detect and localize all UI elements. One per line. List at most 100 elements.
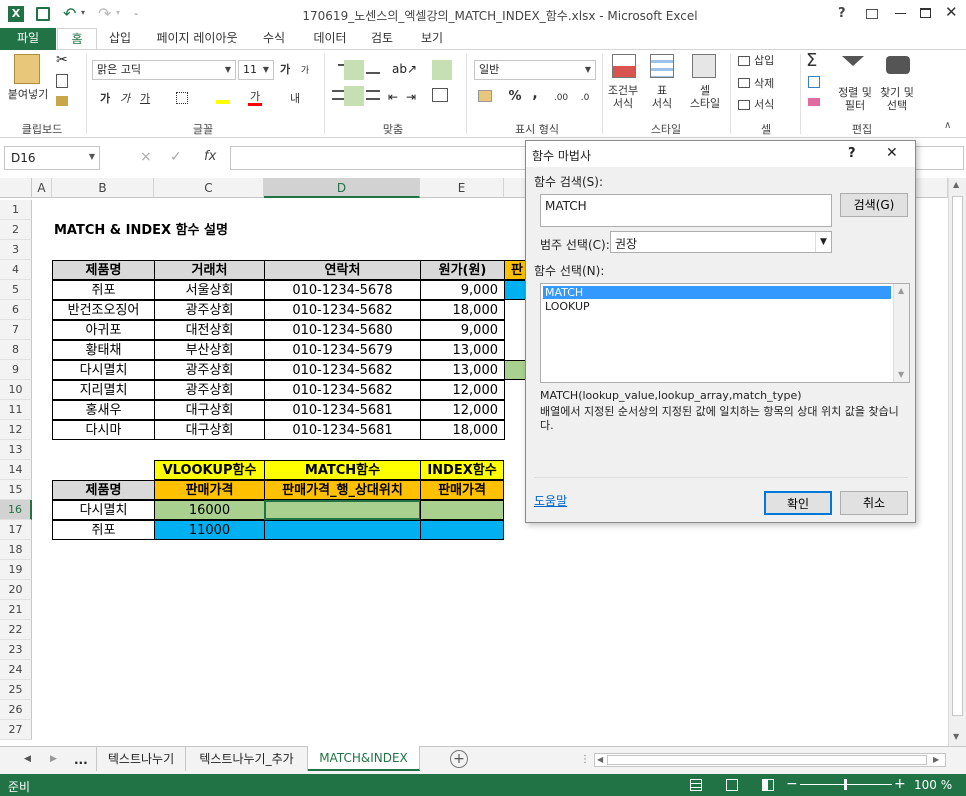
copy-icon[interactable] — [56, 74, 68, 88]
data-cell-vendor[interactable]: 부산상회 — [154, 340, 265, 360]
list-scroll-down-icon[interactable]: ▼ — [898, 370, 904, 379]
data-cell-contact[interactable]: 010-1234-5682 — [264, 360, 421, 380]
format-as-table-button[interactable]: 표 서식 — [642, 84, 682, 110]
formula-enter-icon[interactable]: ✓ — [170, 149, 182, 165]
select-all-corner[interactable] — [0, 178, 32, 198]
lookup-header-vlookup[interactable]: 판매가격 — [154, 480, 265, 500]
sheet-heading[interactable]: MATCH & INDEX 함수 설명 — [54, 221, 228, 241]
data-cell-contact[interactable]: 010-1234-5681 — [264, 420, 421, 440]
data-cell-vendor[interactable]: 광주상회 — [154, 300, 265, 320]
find-select-icon[interactable] — [886, 56, 910, 74]
data-cell-contact[interactable]: 010-1234-5679 — [264, 340, 421, 360]
dialog-close-icon[interactable]: ✕ — [886, 145, 898, 161]
horizontal-scrollbar[interactable]: ◀ ▶ — [594, 753, 946, 767]
data-cell-vendor[interactable]: 대전상회 — [154, 320, 265, 340]
insert-cells-icon[interactable] — [738, 56, 750, 66]
help-link[interactable]: 도움말 — [534, 492, 567, 509]
align-right-icon[interactable] — [366, 90, 380, 100]
data-cell-cost[interactable]: 13,000 — [420, 340, 505, 360]
data-cell-cost[interactable]: 12,000 — [420, 380, 505, 400]
row-header[interactable]: 2 — [0, 220, 32, 240]
zoom-level[interactable]: 100 % — [914, 778, 952, 792]
data-cell-product[interactable]: 홍새우 — [52, 400, 155, 420]
lookup-vlookup-2[interactable]: 11000 — [154, 520, 265, 540]
column-header-a[interactable]: A — [32, 178, 52, 198]
name-box[interactable]: D16 ▼ — [4, 146, 100, 170]
row-header[interactable]: 1 — [0, 200, 32, 220]
header-vendor[interactable]: 거래처 — [154, 260, 265, 280]
format-painter-icon[interactable] — [56, 96, 68, 106]
tab-data[interactable]: 데이터 — [306, 28, 354, 50]
new-sheet-button[interactable]: + — [450, 750, 468, 768]
data-cell-cost[interactable]: 9,000 — [420, 280, 505, 300]
function-list[interactable]: MATCH LOOKUP ▲ ▼ — [540, 283, 910, 383]
row-header[interactable]: 15 — [0, 480, 32, 500]
conditional-format-button[interactable]: 조건부 서식 — [600, 84, 646, 110]
fill-icon[interactable] — [808, 76, 820, 88]
ok-button[interactable]: 확인 — [764, 491, 832, 515]
data-cell-product[interactable]: 황태채 — [52, 340, 155, 360]
data-cell-product[interactable]: 지리멸치 — [52, 380, 155, 400]
row-header[interactable]: 27 — [0, 720, 32, 740]
format-as-table-icon[interactable] — [650, 54, 674, 78]
increase-decimal-button[interactable]: .00 — [552, 92, 570, 105]
tab-home[interactable]: 홈 — [57, 28, 97, 51]
tab-formulas[interactable]: 수식 — [254, 28, 294, 50]
row-header[interactable]: 24 — [0, 660, 32, 680]
column-header-e[interactable]: E — [420, 178, 504, 198]
zoom-in-button[interactable]: + — [894, 776, 906, 792]
data-cell-cost[interactable]: 9,000 — [420, 320, 505, 340]
tab-view[interactable]: 보기 — [412, 28, 452, 50]
data-cell-vendor[interactable]: 대구상회 — [154, 400, 265, 420]
percent-button[interactable]: % — [508, 90, 522, 103]
paste-icon[interactable] — [14, 54, 40, 84]
collapse-ribbon-icon[interactable]: ∧ — [944, 120, 951, 131]
cell-styles-icon[interactable] — [692, 54, 716, 78]
tab-insert[interactable]: 삽입 — [100, 28, 140, 50]
more-sheets-button[interactable]: ... — [74, 753, 88, 767]
row-header[interactable]: 17 — [0, 520, 32, 540]
outdent-icon[interactable]: ⇤ — [388, 90, 398, 104]
data-cell-contact[interactable]: 010-1234-5680 — [264, 320, 421, 340]
decrease-font-button[interactable]: 가 — [298, 65, 312, 78]
lookup-match-2[interactable] — [264, 520, 421, 540]
row-header[interactable]: 13 — [0, 440, 32, 460]
redo-dropdown-icon[interactable]: ▾ — [116, 8, 120, 17]
redo-icon[interactable]: ↷ — [98, 4, 111, 23]
row-header[interactable]: 8 — [0, 340, 32, 360]
function-list-item-match[interactable]: MATCH — [543, 286, 891, 299]
row-header[interactable]: 21 — [0, 600, 32, 620]
data-cell-product[interactable]: 쥐포 — [52, 280, 155, 300]
help-button[interactable]: ? — [838, 6, 846, 21]
insert-function-icon[interactable]: fx — [204, 149, 216, 164]
prev-sheet-icon[interactable]: ◀ — [24, 754, 31, 764]
formula-cancel-icon[interactable]: × — [140, 149, 152, 165]
data-cell-vendor[interactable]: 광주상회 — [154, 380, 265, 400]
row-header[interactable]: 22 — [0, 620, 32, 640]
sort-filter-icon[interactable] — [842, 56, 864, 76]
function-list-item-lookup[interactable]: LOOKUP — [543, 300, 590, 313]
tab-page-layout[interactable]: 페이지 레이아웃 — [150, 28, 244, 50]
lookup-header-match[interactable]: 판매가격_행_상대위치 — [264, 480, 421, 500]
data-cell-contact[interactable]: 010-1234-5682 — [264, 380, 421, 400]
data-cell-product[interactable]: 다시마 — [52, 420, 155, 440]
function-search-input[interactable]: MATCH — [540, 194, 832, 227]
zoom-out-button[interactable]: − — [786, 776, 798, 792]
list-scroll-up-icon[interactable]: ▲ — [898, 286, 904, 295]
scroll-left-icon[interactable]: ◀ — [597, 755, 603, 764]
border-icon[interactable] — [176, 92, 188, 104]
dialog-help-button[interactable]: ? — [848, 146, 856, 161]
delete-cells-icon[interactable] — [738, 78, 750, 88]
page-break-view-icon[interactable] — [762, 779, 774, 791]
wrap-text-icon[interactable] — [432, 60, 452, 80]
data-cell-product[interactable]: 다시멸치 — [52, 360, 155, 380]
customize-qat-icon[interactable]: ₌ — [134, 8, 138, 17]
header-product[interactable]: 제품명 — [52, 260, 155, 280]
close-icon[interactable]: ✕ — [945, 3, 958, 21]
accounting-format-icon[interactable] — [478, 90, 492, 102]
row-header[interactable]: 5 — [0, 280, 32, 300]
lookup-index-1[interactable] — [420, 500, 504, 520]
number-format-combo[interactable]: 일반 ▼ — [474, 60, 596, 80]
row-header[interactable]: 7 — [0, 320, 32, 340]
normal-view-icon[interactable] — [690, 779, 702, 791]
